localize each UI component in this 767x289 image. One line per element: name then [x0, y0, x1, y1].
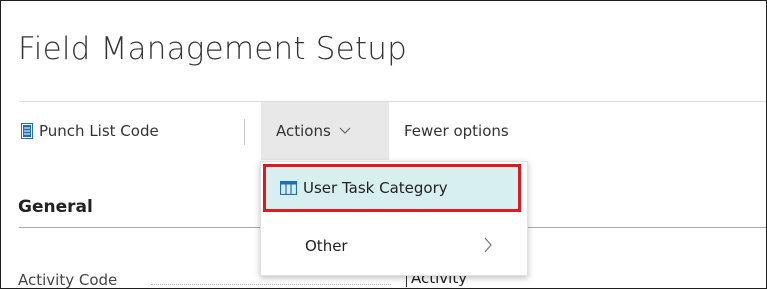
punch-list-code-label: Punch List Code	[39, 122, 159, 140]
general-section-title: General	[18, 197, 93, 217]
fewer-options-label: Fewer options	[404, 122, 509, 140]
actions-label: Actions	[276, 122, 331, 140]
menu-item-user-task-category[interactable]: User Task Category	[263, 164, 521, 212]
actions-dropdown-menu: User Task Category Other	[260, 161, 528, 276]
chevron-down-icon	[339, 127, 351, 134]
punch-list-code-button[interactable]: Punch List Code	[21, 102, 159, 160]
field-leader-dots	[151, 284, 391, 285]
menu-item-label: Other	[305, 237, 348, 255]
document-icon	[21, 123, 33, 139]
window-frame: Field Management Setup Punch List Code A…	[0, 0, 767, 289]
menu-item-label: User Task Category	[303, 179, 448, 197]
grid-icon	[280, 181, 297, 195]
menu-item-other[interactable]: Other	[261, 224, 525, 268]
actions-menu-button[interactable]: Actions	[261, 102, 389, 160]
action-bar: Punch List Code Actions Fewer options	[19, 102, 766, 160]
action-bar-separator	[244, 119, 245, 145]
activity-code-label: Activity Code	[18, 271, 118, 289]
chevron-right-icon	[484, 237, 492, 253]
page-title: Field Management Setup	[18, 31, 408, 67]
fewer-options-button[interactable]: Fewer options	[404, 102, 509, 160]
